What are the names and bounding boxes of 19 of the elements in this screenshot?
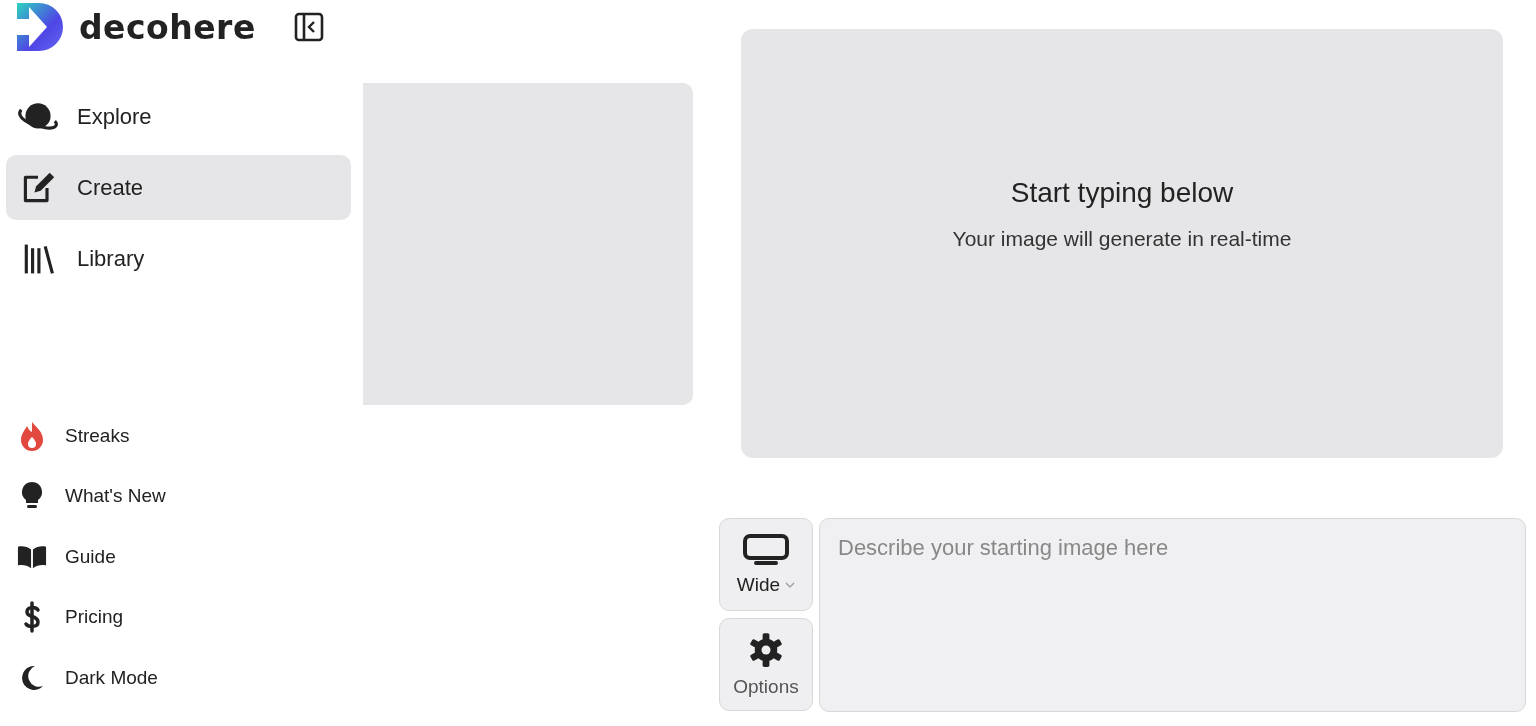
caret-icon (785, 581, 796, 588)
sidebar-link[interactable]: Dark Mode (17, 647, 363, 708)
sidebar-link[interactable]: Pricing (17, 587, 363, 648)
prompt-field[interactable]: Describe your starting image here (819, 518, 1526, 712)
nav-item[interactable]: Library (6, 226, 351, 291)
logo-icon (17, 3, 65, 51)
aspect-button[interactable]: Wide (719, 518, 813, 611)
collapse-sidebar-icon[interactable] (293, 12, 324, 42)
gear-icon (748, 631, 784, 668)
nav-item[interactable]: Explore (6, 84, 351, 149)
preview-subtitle: Your image will generate in real-time (952, 226, 1292, 251)
sidebar-link[interactable]: Guide (17, 526, 363, 587)
sidebar-link[interactable]: Streaks (17, 405, 363, 466)
preview-title: Start typing below (1010, 176, 1234, 209)
options-button[interactable]: Options (719, 618, 813, 711)
monitor-icon (742, 533, 790, 566)
nav-item[interactable]: Create (6, 155, 351, 220)
sidebar-link[interactable]: What's New (17, 466, 363, 527)
brand-name: decohere (79, 7, 256, 47)
